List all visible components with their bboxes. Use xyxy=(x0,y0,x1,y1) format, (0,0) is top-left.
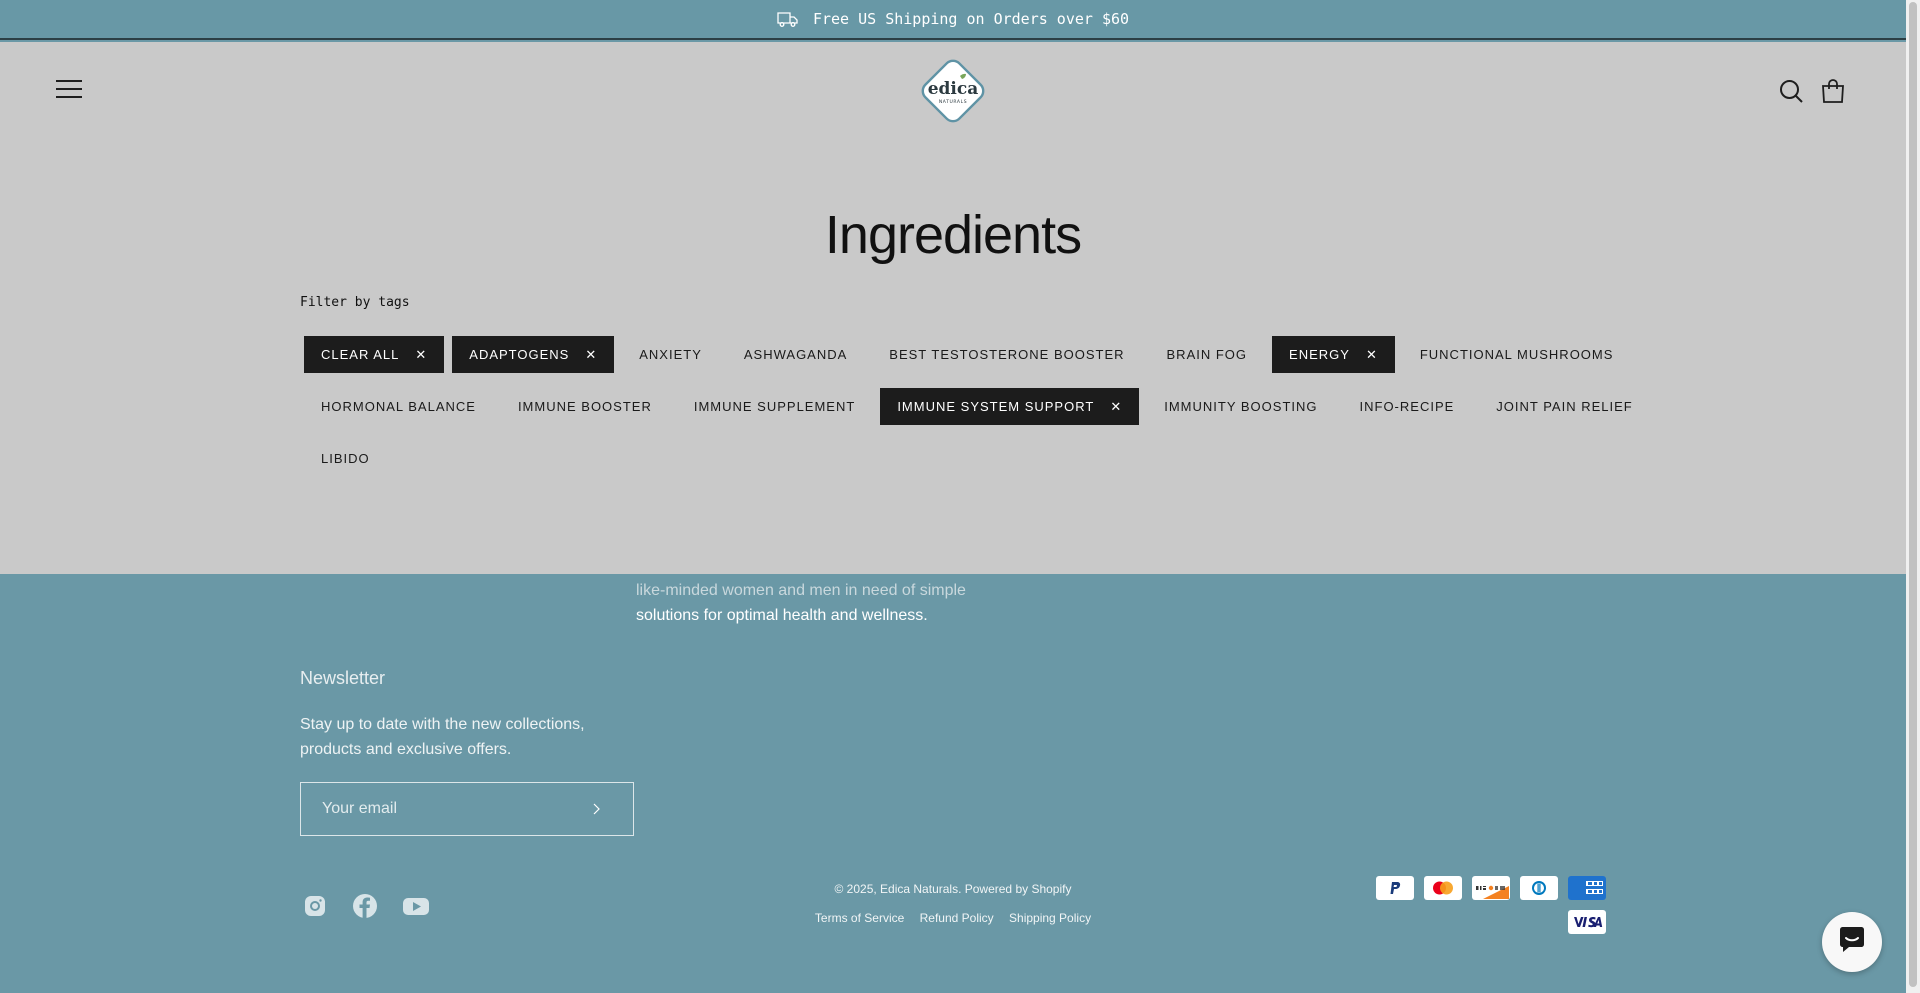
tag-best-testosterone-booster[interactable]: BEST TESTOSTERONE BOOSTER xyxy=(872,336,1141,373)
filter-label: Filter by tags xyxy=(300,295,410,310)
newsletter-text: Stay up to date with the new collections… xyxy=(300,716,585,758)
search-icon[interactable] xyxy=(1779,79,1804,108)
policy-links: Terms of Service Refund Policy Shipping … xyxy=(0,911,1906,925)
tag-functional-mushrooms[interactable]: FUNCTIONAL MUSHROOMS xyxy=(1403,336,1631,373)
copyright-text: © 2025, Edica Naturals. Powered by Shopi… xyxy=(834,882,1072,896)
tag-row: CLEAR ALL ✕ ADAPTOGENS ✕ ANXIETY ASHWAGAND… xyxy=(300,328,1620,380)
footer-about-text: like-minded women and men in need of sim… xyxy=(636,582,966,624)
newsletter-form xyxy=(300,782,634,836)
tag-info-recipe[interactable]: INFO-RECIPE xyxy=(1343,388,1472,425)
tag-hormonal-balance[interactable]: HORMONAL BALANCE xyxy=(304,388,493,425)
announcement-bar: Free US Shipping on Orders over $60 xyxy=(0,0,1906,40)
tag-clear-all[interactable]: CLEAR ALL ✕ xyxy=(304,335,445,373)
tag-immunity-boosting[interactable]: IMMUNITY BOOSTING xyxy=(1147,388,1334,425)
american-express-icon xyxy=(1568,876,1606,900)
visa-icon xyxy=(1568,910,1606,934)
tag-libido[interactable]: LIBIDO xyxy=(304,440,387,477)
bag-icon[interactable] xyxy=(1821,78,1845,108)
mastercard-icon xyxy=(1424,876,1462,900)
tag-ashwaganda[interactable]: ASHWAGANDA xyxy=(727,336,864,373)
tag-row: HORMONAL BALANCE IMMUNE BOOSTER IMMUNE S… xyxy=(300,380,1632,432)
paypal-icon xyxy=(1376,876,1414,900)
chat-widget-button[interactable] xyxy=(1822,912,1882,972)
tag-brain-fog[interactable]: BRAIN FOG xyxy=(1150,336,1265,373)
logo[interactable]: edica NATURALS xyxy=(916,54,990,128)
newsletter-title: Newsletter xyxy=(300,668,386,688)
hamburger-icon[interactable] xyxy=(56,80,82,100)
email-input[interactable] xyxy=(301,800,581,818)
site-header: edica NATURALS xyxy=(0,42,1906,142)
scrollbar-thumb[interactable] xyxy=(1909,2,1917,987)
terms-of-service-link[interactable]: Terms of Service xyxy=(815,911,904,925)
logo-text: edica xyxy=(928,79,979,99)
tag-immune-system-support[interactable]: IMMUNE SYSTEM SUPPORT ✕ xyxy=(880,387,1140,425)
page-scrollbar[interactable] xyxy=(1906,0,1920,993)
discover-icon xyxy=(1472,876,1510,900)
tag-filter-list: CLEAR ALL ✕ ADAPTOGENS ✕ ANXIETY ASHWAGAND… xyxy=(300,328,1632,484)
shipping-policy-link[interactable]: Shipping Policy xyxy=(1009,911,1091,925)
tag-joint-pain-relief[interactable]: JOINT PAIN RELIEF xyxy=(1479,388,1649,425)
chevron-right-icon[interactable] xyxy=(591,800,601,819)
chat-bubble-icon xyxy=(1837,926,1867,958)
truck-icon xyxy=(777,10,799,28)
announcement-text: Free US Shipping on Orders over $60 xyxy=(812,10,1130,28)
logo-subtext: NATURALS xyxy=(939,99,967,105)
tag-anxiety[interactable]: ANXIETY xyxy=(622,336,719,373)
payment-icons xyxy=(1374,876,1606,934)
tag-row: LIBIDO xyxy=(300,432,1620,484)
tag-immune-booster[interactable]: IMMUNE BOOSTER xyxy=(501,388,669,425)
refund-policy-link[interactable]: Refund Policy xyxy=(920,911,994,925)
diners-club-icon xyxy=(1520,876,1558,900)
tag-energy[interactable]: ENERGY ✕ xyxy=(1272,335,1395,373)
page-title: Ingredients xyxy=(824,205,1082,265)
collection-overlay: edica NATURALS Ingredients Filter by tag… xyxy=(0,42,1906,574)
tag-adaptogens[interactable]: ADAPTOGENS ✕ xyxy=(452,335,615,373)
tag-immune-supplement[interactable]: IMMUNE SUPPLEMENT xyxy=(677,388,872,425)
